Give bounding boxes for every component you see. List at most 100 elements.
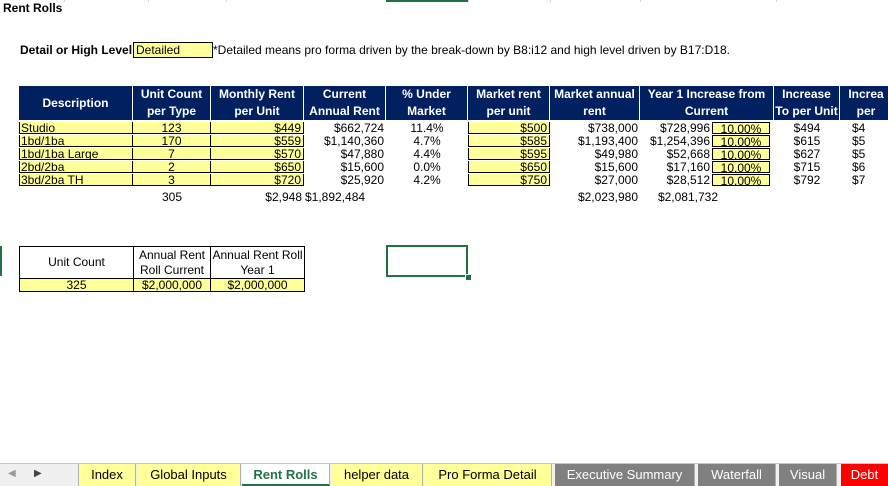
row-increase-partial[interactable]: $4 <box>851 122 888 134</box>
tab-debt[interactable]: Debt <box>841 464 888 486</box>
row-unit-count[interactable]: 170 <box>133 135 211 147</box>
row-description[interactable]: 3bd/2ba TH <box>19 174 133 186</box>
header-market-annual-rent[interactable]: Market annual rent <box>550 86 640 120</box>
table-row: 1bd/1ba 170 $559 $1,140,360 4.7% $585 $1… <box>19 135 888 147</box>
row-current-annual-rent[interactable]: $1,140,360 <box>304 135 386 147</box>
row-year1-pct[interactable]: 10.00% <box>712 135 770 147</box>
tab-rent-rolls[interactable]: Rent Rolls <box>242 464 330 486</box>
summary-rent-current-header[interactable]: Annual Rent Roll Current <box>133 246 211 279</box>
row-increase-per-unit[interactable]: $715 <box>774 161 840 173</box>
row-market-annual-rent[interactable]: $15,600 <box>550 161 640 173</box>
active-cell-selection[interactable] <box>386 245 468 277</box>
scroll-right-icon[interactable]: ▶ <box>34 468 42 479</box>
row-current-annual-rent[interactable]: $15,600 <box>304 161 386 173</box>
header-unit-count[interactable]: Unit Count per Type <box>133 86 211 120</box>
summary-unit-count-header[interactable]: Unit Count <box>19 246 134 279</box>
row-market-rent-unit[interactable]: $500 <box>468 122 550 134</box>
row-year1-increase[interactable]: $1,254,396 <box>640 135 712 147</box>
table-row: 2bd/2ba 2 $650 $15,600 0.0% $650 $15,600… <box>19 161 888 173</box>
detail-level-label: Detail or High Level: <box>20 43 137 57</box>
table-row: Studio 123 $449 $662,724 11.4% $500 $738… <box>19 122 888 134</box>
row-year1-pct[interactable]: 10.00% <box>712 161 770 173</box>
tab-pro-forma-detail[interactable]: Pro Forma Detail <box>424 464 552 486</box>
total-year1-increase[interactable]: $2,081,732 <box>640 191 720 203</box>
row-increase-per-unit[interactable]: $494 <box>774 122 840 134</box>
row-unit-count[interactable]: 2 <box>133 161 211 173</box>
row-under-market[interactable]: 11.4% <box>386 122 468 134</box>
total-market-annual-rent[interactable]: $2,023,980 <box>550 191 640 203</box>
row-under-market[interactable]: 4.7% <box>386 135 468 147</box>
totals-row: 305 $2,948 $1,892,484 $2,023,980 $2,081,… <box>19 191 888 203</box>
row-monthly-rent[interactable]: $559 <box>211 135 304 147</box>
detail-level-note: *Detailed means pro forma driven by the … <box>213 43 730 57</box>
row-under-market[interactable]: 0.0% <box>386 161 468 173</box>
header-year1-increase[interactable]: Year 1 Increase from Current <box>640 86 774 120</box>
row-current-annual-rent[interactable]: $25,920 <box>304 174 386 186</box>
fill-handle[interactable] <box>465 274 472 281</box>
tab-waterfall[interactable]: Waterfall <box>698 464 776 486</box>
summary-rent-y1-value[interactable]: $2,000,000 <box>210 278 305 292</box>
table-row: 3bd/2ba TH 3 $720 $25,920 4.2% $750 $27,… <box>19 174 888 186</box>
row-current-annual-rent[interactable]: $47,880 <box>304 148 386 160</box>
selected-column-indicator <box>386 0 468 2</box>
row-market-rent-unit[interactable]: $595 <box>468 148 550 160</box>
tab-visual[interactable]: Visual <box>779 464 837 486</box>
header-description[interactable]: Description <box>19 86 133 120</box>
summary-rent-current-value[interactable]: $2,000,000 <box>133 278 211 292</box>
row-description[interactable]: Studio <box>19 122 133 134</box>
row-monthly-rent[interactable]: $720 <box>211 174 304 186</box>
total-current-annual-rent[interactable]: $1,892,484 <box>304 191 386 203</box>
row-increase-per-unit[interactable]: $627 <box>774 148 840 160</box>
row-market-annual-rent[interactable]: $1,193,400 <box>550 135 640 147</box>
header-under-market[interactable]: % Under Market <box>386 86 468 120</box>
row-monthly-rent[interactable]: $650 <box>211 161 304 173</box>
scroll-left-icon[interactable]: ◀ <box>8 468 16 479</box>
sheet-title: Rent Rolls <box>3 1 63 15</box>
row-year1-increase[interactable]: $728,996 <box>640 122 712 134</box>
row-market-annual-rent[interactable]: $738,000 <box>550 122 640 134</box>
row-description[interactable]: 2bd/2ba <box>19 161 133 173</box>
row-increase-partial[interactable]: $6 <box>851 161 888 173</box>
header-market-rent-unit[interactable]: Market rent per unit <box>468 86 550 120</box>
detail-level-input[interactable]: Detailed <box>133 42 213 58</box>
row-year1-pct[interactable]: 10.00% <box>712 174 770 186</box>
row-increase-partial[interactable]: $7 <box>851 174 888 186</box>
header-increase-partial[interactable]: Increa per <box>840 86 888 120</box>
row-market-rent-unit[interactable]: $650 <box>468 161 550 173</box>
total-unit-count[interactable]: 305 <box>133 191 211 203</box>
row-unit-count[interactable]: 7 <box>133 148 211 160</box>
tab-executive-summary[interactable]: Executive Summary <box>555 464 695 486</box>
table-row: 1bd/1ba Large 7 $570 $47,880 4.4% $595 $… <box>19 148 888 160</box>
row-description[interactable]: 1bd/1ba <box>19 135 133 147</box>
row-increase-per-unit[interactable]: $792 <box>774 174 840 186</box>
header-increase-per-unit[interactable]: Increase To per Unit <box>774 86 840 120</box>
total-monthly-rent[interactable]: $2,948 <box>211 191 304 203</box>
row-increase-per-unit[interactable]: $615 <box>774 135 840 147</box>
row-market-annual-rent[interactable]: $27,000 <box>550 174 640 186</box>
row-unit-count[interactable]: 3 <box>133 174 211 186</box>
row-under-market[interactable]: 4.2% <box>386 174 468 186</box>
row-increase-partial[interactable]: $5 <box>851 135 888 147</box>
row-under-market[interactable]: 4.4% <box>386 148 468 160</box>
row-year1-pct[interactable]: 10.00% <box>712 148 770 160</box>
header-monthly-rent[interactable]: Monthly Rent per Unit <box>211 86 304 120</box>
tab-index[interactable]: Index <box>78 464 136 486</box>
summary-rent-y1-header[interactable]: Annual Rent Roll Year 1 <box>210 246 305 279</box>
row-market-rent-unit[interactable]: $750 <box>468 174 550 186</box>
row-market-annual-rent[interactable]: $49,980 <box>550 148 640 160</box>
row-year1-increase[interactable]: $52,668 <box>640 148 712 160</box>
row-increase-partial[interactable]: $5 <box>851 148 888 160</box>
row-year1-increase[interactable]: $17,160 <box>640 161 712 173</box>
row-year1-pct[interactable]: 10.00% <box>712 122 770 134</box>
row-description[interactable]: 1bd/1ba Large <box>19 148 133 160</box>
header-current-annual-rent[interactable]: Current Annual Rent <box>304 86 386 120</box>
row-year1-increase[interactable]: $28,512 <box>640 174 712 186</box>
row-monthly-rent[interactable]: $570 <box>211 148 304 160</box>
summary-unit-count-value[interactable]: 325 <box>19 278 134 292</box>
row-monthly-rent[interactable]: $449 <box>211 122 304 134</box>
tab-global-inputs[interactable]: Global Inputs <box>137 464 241 486</box>
row-unit-count[interactable]: 123 <box>133 122 211 134</box>
row-market-rent-unit[interactable]: $585 <box>468 135 550 147</box>
row-current-annual-rent[interactable]: $662,724 <box>304 122 386 134</box>
tab-helper-data[interactable]: helper data <box>331 464 423 486</box>
